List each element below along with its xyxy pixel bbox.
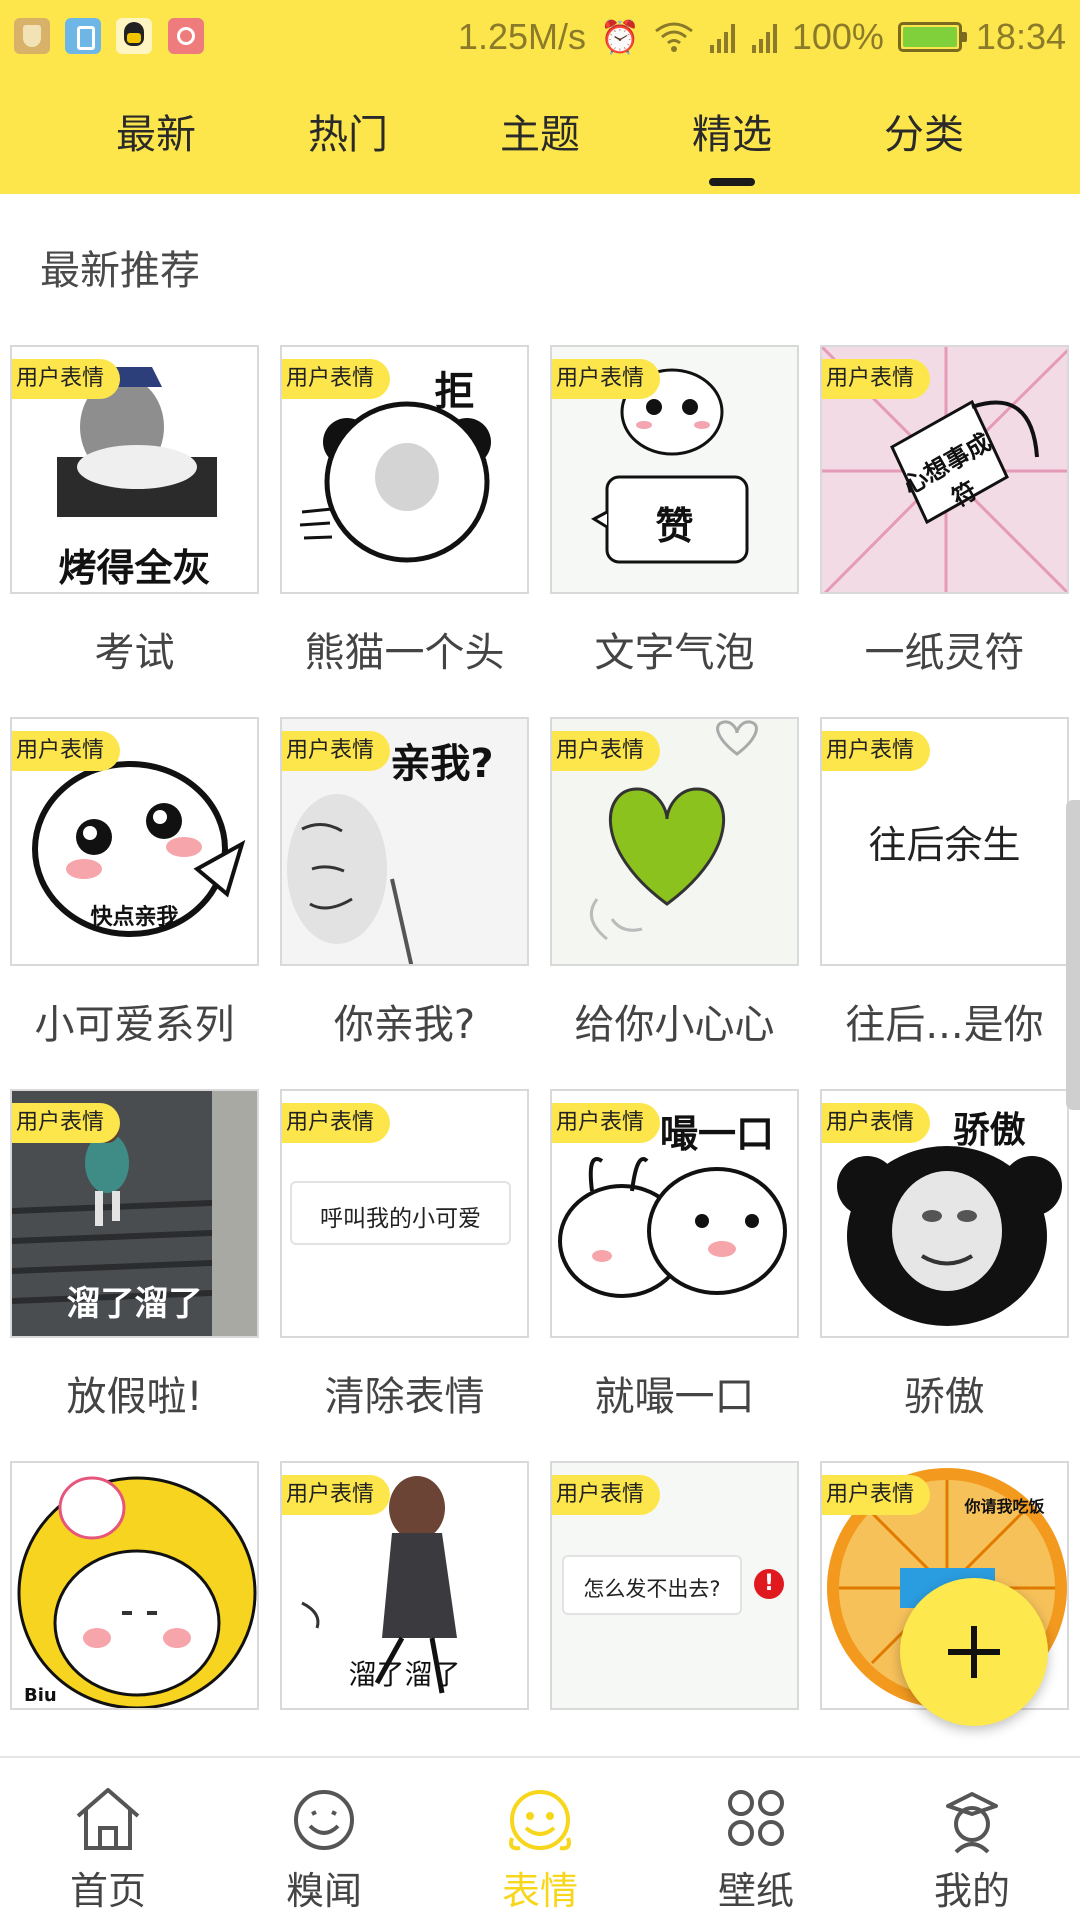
sticker-thumbnail[interactable]: 呼叫我的小可爱 用户表情 [280, 1089, 529, 1338]
sticker-label: 一纸灵符 [864, 630, 1025, 676]
sticker-thumbnail[interactable]: 快点亲我 用户表情 [10, 717, 259, 966]
nav-home[interactable]: 首页 [28, 1778, 188, 1913]
error-icon: ! [754, 1569, 784, 1599]
user-sticker-badge: 用户表情 [822, 1475, 931, 1515]
tab-categories[interactable]: 分类 [854, 102, 994, 160]
user-sticker-badge: 用户表情 [12, 1103, 121, 1143]
user-sticker-badge: 用户表情 [822, 1103, 931, 1143]
tab-themes[interactable]: 主题 [470, 102, 610, 160]
sticker-label: 文字气泡 [594, 630, 755, 676]
status-bar: 1.25M/s ⏰ 100% 18:34 [0, 0, 1080, 74]
sticker-thumbnail[interactable]: 亲我? 用户表情 [280, 717, 529, 966]
tab-featured[interactable]: 精选 [662, 102, 802, 186]
sticker-label: 往后...是你 [845, 1002, 1044, 1048]
nav-news[interactable]: 糗闻 [244, 1778, 404, 1913]
sticker-label: 小可爱系列 [34, 1002, 235, 1048]
user-sticker-badge: 用户表情 [552, 731, 661, 771]
sticker-label: 你亲我? [333, 1002, 476, 1048]
battery-percent: 100% [791, 16, 884, 57]
user-sticker-badge: 用户表情 [552, 1475, 661, 1515]
smiley-icon [294, 1790, 354, 1850]
sticker-label: 给你小心心 [574, 1002, 775, 1048]
sticker-label: 熊猫一个头 [304, 630, 505, 676]
user-sticker-badge: 用户表情 [282, 1475, 391, 1515]
wifi-icon [654, 22, 693, 52]
sticker-thumbnail[interactable]: 溜了溜了 用户表情 [10, 1089, 259, 1338]
sticker-thumbnail[interactable]: 拒 用户表情 [280, 345, 529, 594]
sticker-caption: 你请我吃饭 [964, 1497, 1045, 1516]
nav-wallpaper[interactable]: 壁纸 [676, 1778, 836, 1913]
shield-icon [14, 18, 50, 54]
sticker-caption: 溜了溜了 [348, 1658, 461, 1691]
alarm-icon: ⏰ [599, 19, 640, 55]
sticker-thumbnail[interactable]: 用户表情 [550, 717, 799, 966]
bottom-navigation: 首页 糗闻 表情 壁纸 我的 [0, 1756, 1080, 1920]
sticker-image [17, 1476, 257, 1708]
nav-home-label: 首页 [69, 1869, 146, 1913]
sticker-label: 就嘬一口 [594, 1374, 755, 1420]
nav-profile[interactable]: 我的 [892, 1778, 1052, 1913]
sticker-caption: 快点亲我 [90, 905, 179, 930]
section-title: 最新推荐 [40, 248, 200, 294]
sticker-caption: 怎么发不出去? [583, 1577, 721, 1601]
sticker-thumbnail[interactable]: 往后余生 用户表情 [820, 717, 1069, 966]
sticker-caption: 烤得全灰 [58, 546, 211, 590]
sticker-caption: 拒 [434, 369, 475, 415]
qq-icon [116, 18, 152, 54]
signal-icon [751, 24, 777, 53]
nav-wallpaper-label: 壁纸 [717, 1869, 794, 1913]
scrollbar-thumb[interactable] [1066, 800, 1080, 1110]
sticker-thumbnail[interactable]: 怎么发不出去? ! 用户表情 [550, 1461, 799, 1710]
sticker-thumbnail[interactable]: 赞 用户表情 [550, 345, 799, 594]
nav-stickers[interactable]: 表情 [460, 1778, 620, 1913]
user-sticker-badge: 用户表情 [552, 359, 661, 399]
user-sticker-badge: 用户表情 [282, 359, 391, 399]
sticker-thumbnail[interactable]: 烤得全灰 用户表情 [10, 345, 259, 594]
sticker-label: 骄傲 [904, 1374, 985, 1420]
sticker-caption: Biu [24, 1685, 57, 1706]
sticker-caption: 呼叫我的小可爱 [320, 1206, 481, 1232]
sticker-label: 放假啦! [66, 1374, 203, 1420]
sticker-thumbnail[interactable]: 溜了溜了 用户表情 [280, 1461, 529, 1710]
user-sticker-badge: 用户表情 [282, 731, 391, 771]
sticker-caption: 赞 [655, 504, 694, 548]
add-button[interactable] [900, 1578, 1048, 1726]
signal-icon [709, 24, 735, 53]
sticker-caption: 嘬一口 [659, 1112, 774, 1156]
sticker-caption: 往后余生 [868, 823, 1021, 867]
emoji-face-icon [509, 1790, 571, 1851]
sticker-thumbnail[interactable]: Biu [10, 1461, 259, 1710]
nav-profile-label: 我的 [933, 1869, 1010, 1913]
home-icon [76, 1788, 140, 1850]
user-sticker-badge: 用户表情 [552, 1103, 661, 1143]
sticker-label: 考试 [94, 630, 175, 676]
user-sticker-badge: 用户表情 [822, 731, 931, 771]
user-sticker-badge: 用户表情 [822, 359, 931, 399]
profile-icon [946, 1792, 998, 1854]
header: 1.25M/s ⏰ 100% 18:34 最新 热门 主题 精选 分类 [0, 0, 1080, 194]
usb-icon [65, 18, 101, 54]
sticker-thumbnail[interactable]: 嘬一口 用户表情 [550, 1089, 799, 1338]
status-right: 1.25M/s ⏰ 100% 18:34 [458, 14, 1066, 60]
clock-time: 18:34 [975, 16, 1066, 57]
user-sticker-badge: 用户表情 [12, 731, 121, 771]
network-speed: 1.25M/s [457, 16, 586, 57]
top-tab-bar: 最新 热门 主题 精选 分类 [0, 84, 1080, 186]
camera-icon [168, 18, 204, 54]
user-sticker-badge: 用户表情 [12, 359, 121, 399]
app-root: 1.25M/s ⏰ 100% 18:34 最新 热门 主题 精选 分类 最新推荐… [0, 0, 1080, 1920]
sticker-caption: 骄傲 [953, 1110, 1026, 1151]
clover-grid-icon [728, 1790, 784, 1846]
sticker-thumbnail[interactable]: 心想事成符 用户表情 [820, 345, 1069, 594]
nav-news-label: 糗闻 [285, 1869, 362, 1913]
user-sticker-badge: 用户表情 [282, 1103, 391, 1143]
sticker-thumbnail[interactable]: 骄傲 用户表情 [820, 1089, 1069, 1338]
sticker-caption: 溜了溜了 [66, 1284, 203, 1324]
tab-latest[interactable]: 最新 [86, 102, 226, 160]
sticker-label: 清除表情 [324, 1374, 485, 1420]
battery-icon [897, 22, 967, 52]
nav-stickers-label: 表情 [501, 1869, 578, 1913]
tab-hot[interactable]: 热门 [278, 102, 418, 160]
